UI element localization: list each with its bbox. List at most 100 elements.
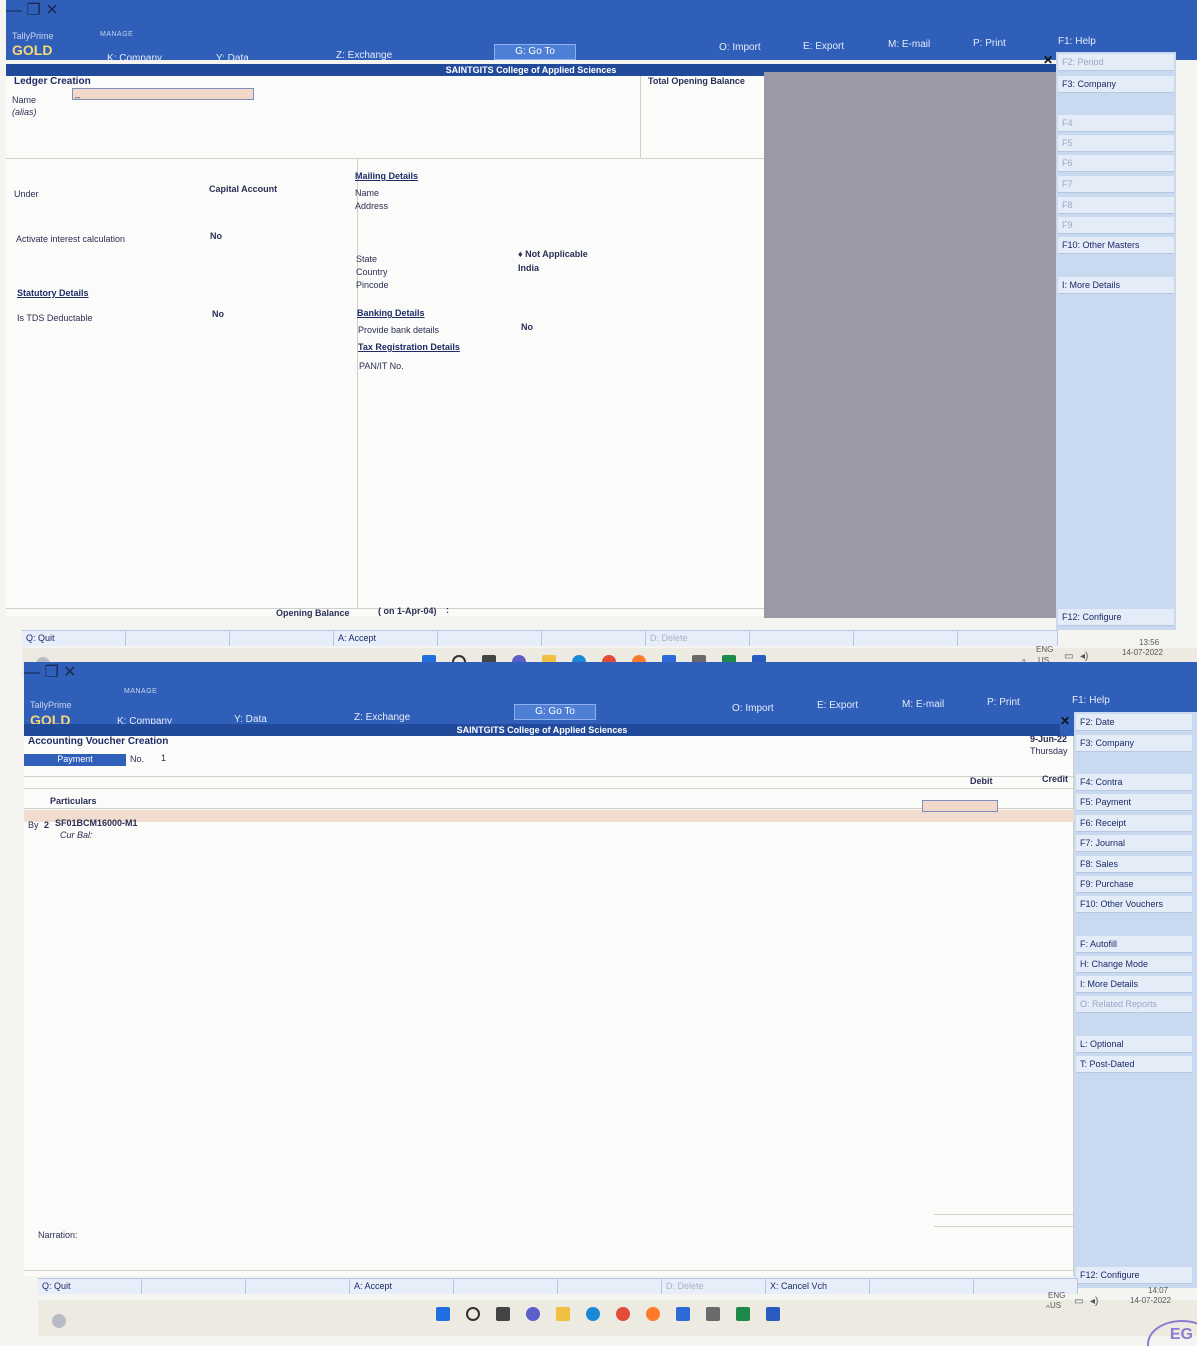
tray-region[interactable]: US (1050, 1301, 1061, 1310)
menu-print[interactable]: P: Print (973, 38, 1006, 49)
voucher-form: Accounting Voucher Creation Payment No. … (24, 734, 1074, 1276)
f10-other-masters-button[interactable]: F10: Other Masters (1058, 237, 1174, 254)
menu-exchange[interactable]: Z: Exchange (336, 50, 392, 61)
menu-import[interactable]: O: Import (732, 703, 774, 714)
chat-icon[interactable] (526, 1307, 540, 1321)
network-icon[interactable]: ▭ (1074, 1296, 1083, 1307)
tray-lang[interactable]: ENG (1048, 1291, 1065, 1300)
volume-icon[interactable]: ◂) (1080, 651, 1088, 662)
f5-button[interactable]: F5 (1058, 135, 1174, 152)
menu-export[interactable]: E: Export (817, 700, 858, 711)
f4-button[interactable]: F4 (1058, 115, 1174, 132)
edge-icon[interactable] (586, 1307, 600, 1321)
interest-label: Activate interest calculation (16, 234, 126, 244)
menu-help[interactable]: F1: Help (1072, 695, 1110, 706)
goto-button[interactable]: G: Go To (514, 704, 596, 720)
pincode-label: Pincode (356, 280, 389, 290)
f5-payment-button[interactable]: F5: Payment (1076, 794, 1192, 811)
goto-button[interactable]: G: Go To (494, 44, 576, 60)
search-icon[interactable] (466, 1307, 480, 1321)
menu-exchange[interactable]: Z: Exchange (354, 712, 410, 723)
entry-ledger[interactable]: SF01BCM16000-M1 (55, 818, 138, 828)
voucher-date[interactable]: 9-Jun-22 (1030, 734, 1067, 744)
menu-email[interactable]: M: E-mail (902, 699, 944, 710)
related-reports-button[interactable]: O: Related Reports (1076, 996, 1192, 1013)
store-icon[interactable] (676, 1307, 690, 1321)
restore-icon[interactable]: ❐ (26, 2, 40, 19)
f7-button[interactable]: F7 (1058, 176, 1174, 193)
f12-configure-button[interactable]: F12: Configure (1076, 1267, 1192, 1284)
more-details-button[interactable]: I: More Details (1076, 976, 1192, 993)
menu-import[interactable]: O: Import (719, 42, 761, 53)
delete-button[interactable]: D: Delete (646, 631, 750, 646)
post-dated-button[interactable]: T: Post-Dated (1076, 1056, 1192, 1073)
network-icon[interactable]: ▭ (1064, 651, 1073, 662)
optional-button[interactable]: L: Optional (1076, 1036, 1192, 1053)
more-details-button[interactable]: I: More Details (1058, 277, 1174, 294)
quit-button[interactable]: Q: Quit (38, 1279, 142, 1294)
change-mode-button[interactable]: H: Change Mode (1076, 956, 1192, 973)
f6-button[interactable]: F6 (1058, 155, 1174, 172)
f9-purchase-button[interactable]: F9: Purchase (1076, 876, 1192, 893)
close-screen-icon[interactable]: ✕ (1043, 53, 1053, 67)
folder-icon[interactable] (556, 1307, 570, 1321)
widgets-icon[interactable] (52, 1314, 66, 1328)
menu-data[interactable]: Y: Data (216, 53, 249, 64)
tray-date[interactable]: 14-07-2022 (1130, 1296, 1171, 1305)
f2-period-button[interactable]: F2: Period (1058, 54, 1174, 71)
f6-receipt-button[interactable]: F6: Receipt (1076, 815, 1192, 832)
chrome-icon[interactable] (616, 1307, 630, 1321)
debit-amount-input[interactable] (922, 800, 998, 812)
file-explorer-icon[interactable] (496, 1307, 510, 1321)
under-value[interactable]: Capital Account (209, 184, 277, 194)
tds-value[interactable]: No (212, 309, 224, 319)
autofill-button[interactable]: F: Autofill (1076, 936, 1192, 953)
bank-value[interactable]: No (521, 322, 533, 332)
close-window-icon[interactable]: ✕ (63, 664, 76, 681)
firefox-icon[interactable] (646, 1307, 660, 1321)
media-icon[interactable] (706, 1307, 720, 1321)
tray-date[interactable]: 14-07-2022 (1122, 648, 1163, 657)
volume-icon[interactable]: ◂) (1090, 1296, 1098, 1307)
menu-help[interactable]: F1: Help (1058, 36, 1096, 47)
title-bar: TallyPrime MANAGE GOLD K: Company Y: Dat… (6, 28, 1197, 64)
tray-time[interactable]: 13:56 (1139, 638, 1159, 647)
state-value[interactable]: ♦ Not Applicable (518, 249, 588, 259)
name-input[interactable]: _ (72, 88, 254, 100)
cancel-voucher-button[interactable]: X: Cancel Vch (766, 1279, 870, 1294)
delete-button[interactable]: D: Delete (662, 1279, 766, 1294)
f8-button[interactable]: F8 (1058, 197, 1174, 214)
minimize-icon[interactable]: — (24, 664, 40, 681)
f10-other-vouchers-button[interactable]: F10: Other Vouchers (1076, 896, 1192, 913)
restore-icon[interactable]: ❐ (44, 664, 58, 681)
f8-sales-button[interactable]: F8: Sales (1076, 856, 1192, 873)
bottom-slot (126, 631, 230, 646)
close-window-icon[interactable]: ✕ (45, 2, 58, 19)
f4-contra-button[interactable]: F4: Contra (1076, 774, 1192, 791)
menu-print[interactable]: P: Print (987, 697, 1020, 708)
quit-button[interactable]: Q: Quit (22, 631, 126, 646)
f9-button[interactable]: F9 (1058, 217, 1174, 234)
menu-email[interactable]: M: E-mail (888, 39, 930, 50)
tray-lang[interactable]: ENG (1036, 645, 1053, 654)
excel-icon[interactable] (736, 1307, 750, 1321)
f3-company-button[interactable]: F3: Company (1058, 76, 1174, 93)
debit-label: Debit (970, 776, 993, 786)
minimize-icon[interactable]: — (6, 2, 22, 19)
tray-time[interactable]: 14:07 (1148, 1286, 1168, 1295)
f2-date-button[interactable]: F2: Date (1076, 714, 1192, 731)
windows-icon[interactable] (436, 1307, 450, 1321)
f12-configure-button[interactable]: F12: Configure (1058, 609, 1174, 626)
voucher-type-tab[interactable]: Payment (24, 754, 126, 766)
interest-value[interactable]: No (210, 231, 222, 241)
close-screen-icon[interactable]: ✕ (1060, 714, 1070, 728)
menu-export[interactable]: E: Export (803, 41, 844, 52)
button-bar: F2: Date F3: Company F4: Contra F5: Paym… (1074, 712, 1197, 1288)
f3-company-button[interactable]: F3: Company (1076, 735, 1192, 752)
menu-company[interactable]: K: Company (107, 53, 162, 64)
accept-button[interactable]: A: Accept (334, 631, 438, 646)
f7-journal-button[interactable]: F7: Journal (1076, 835, 1192, 852)
country-value[interactable]: India (518, 263, 539, 273)
word-icon[interactable] (766, 1307, 780, 1321)
accept-button[interactable]: A: Accept (350, 1279, 454, 1294)
